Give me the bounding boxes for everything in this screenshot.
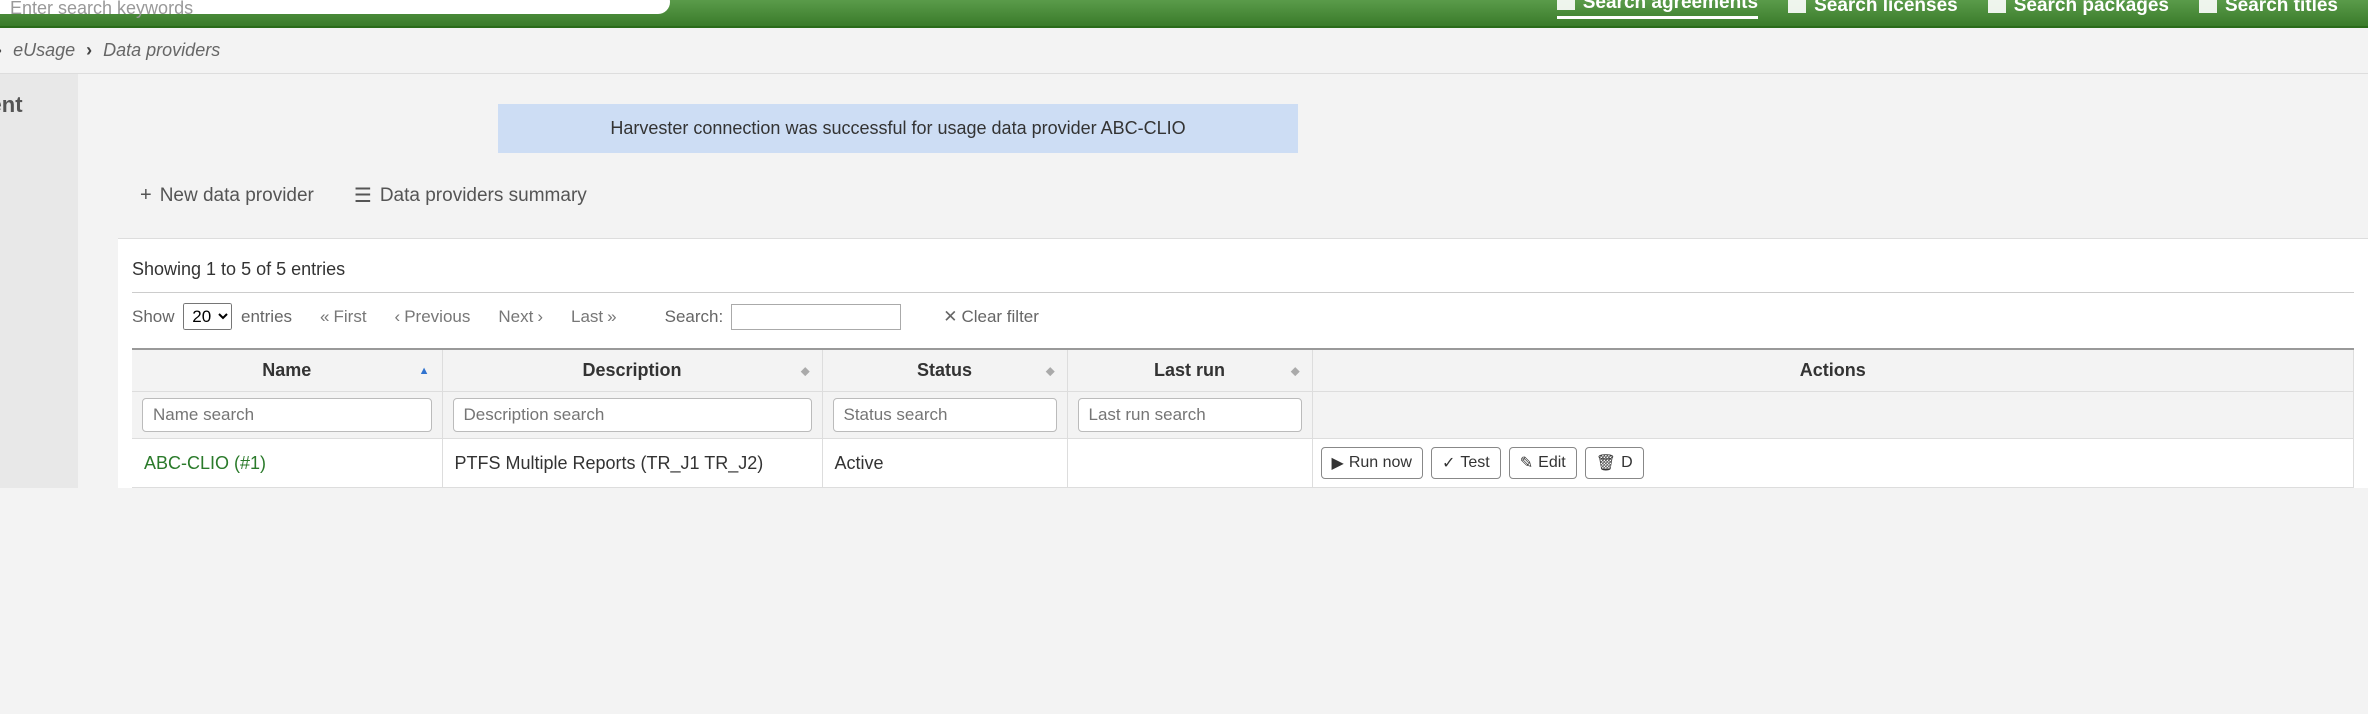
nav-label: Search packages xyxy=(2014,0,2169,17)
pager-label: Last xyxy=(571,307,603,327)
name-filter-input[interactable] xyxy=(142,398,432,432)
chevron-right-icon: › xyxy=(537,307,543,327)
toolbar-label: New data provider xyxy=(160,185,314,207)
list-icon: ☰ xyxy=(354,183,372,208)
global-search-input[interactable]: Enter search keywords xyxy=(0,0,670,14)
breadcrumb: ent › eUsage › Data providers xyxy=(0,28,2368,74)
btn-label: Run now xyxy=(1349,454,1412,472)
provider-link[interactable]: ABC-CLIO (#1) xyxy=(144,453,266,473)
sort-icon: ◆ xyxy=(1046,364,1054,377)
pager-first[interactable]: «First xyxy=(320,307,367,327)
col-label: Status xyxy=(917,360,972,380)
table-search-input[interactable] xyxy=(731,304,901,330)
sort-asc-icon: ▲ xyxy=(419,365,430,377)
nav-search-licenses[interactable]: Search licenses xyxy=(1788,0,1958,19)
btn-label: D xyxy=(1621,454,1633,472)
show-label: Show xyxy=(132,307,175,326)
licenses-icon xyxy=(1788,0,1806,13)
nav-search-packages[interactable]: Search packages xyxy=(1988,0,2169,19)
trash-icon: 🗑 xyxy=(1596,453,1616,473)
col-actions: Actions xyxy=(1312,349,2354,392)
entries-info: Showing 1 to 5 of 5 entries xyxy=(132,259,2354,280)
btn-label: Edit xyxy=(1538,454,1566,472)
col-label: Name xyxy=(262,360,311,380)
search-label: Search: xyxy=(665,307,724,327)
nav-label: Search agreements xyxy=(1583,0,1758,14)
nav-search-agreements[interactable]: Search agreements xyxy=(1557,0,1758,19)
nav-label: Search licenses xyxy=(1814,0,1958,17)
plus-icon: + xyxy=(140,184,152,207)
btn-label: Test xyxy=(1460,454,1489,472)
sort-icon: ◆ xyxy=(1291,364,1299,377)
packages-icon xyxy=(1988,0,2006,13)
col-label: Actions xyxy=(1800,360,1866,380)
sidebar-heading: ment xyxy=(0,92,68,118)
col-label: Last run xyxy=(1154,360,1225,380)
chevron-right-icon: › xyxy=(86,40,92,60)
table-row: ABC-CLIO (#1) PTFS Multiple Reports (TR_… xyxy=(132,439,2354,488)
status-filter-input[interactable] xyxy=(833,398,1057,432)
lastrun-cell xyxy=(1067,439,1312,488)
status-cell: Active xyxy=(822,439,1067,488)
nav-search-titles[interactable]: Search titles xyxy=(2199,0,2338,19)
nav-label: Search titles xyxy=(2225,0,2338,17)
col-name[interactable]: Name ▲ xyxy=(132,349,442,392)
pencil-icon: ✎ xyxy=(1520,453,1533,473)
play-icon: ▶ xyxy=(1332,453,1344,473)
description-filter-input[interactable] xyxy=(453,398,812,432)
check-icon: ✓ xyxy=(1442,453,1455,473)
run-now-button[interactable]: ▶ Run now xyxy=(1321,447,1423,479)
breadcrumb-item[interactable]: eUsage xyxy=(13,40,75,60)
clear-label: Clear filter xyxy=(961,307,1038,327)
delete-button[interactable]: 🗑D xyxy=(1585,447,1644,479)
toolbar-label: Data providers summary xyxy=(380,185,587,207)
top-nav: Enter search keywords Search agreements … xyxy=(0,0,2368,28)
agreements-icon xyxy=(1557,0,1575,10)
edit-button[interactable]: ✎ Edit xyxy=(1509,447,1577,479)
success-alert: Harvester connection was successful for … xyxy=(498,104,1298,153)
col-label: Description xyxy=(582,360,681,380)
chevron-left-icon: ‹ xyxy=(395,307,401,327)
test-button[interactable]: ✓ Test xyxy=(1431,447,1501,479)
pager-label: Previous xyxy=(404,307,470,327)
col-description[interactable]: Description ◆ xyxy=(442,349,822,392)
titles-icon xyxy=(2199,0,2217,13)
pager-prev[interactable]: ‹Previous xyxy=(395,307,471,327)
chevron-right-icon: › xyxy=(0,40,2,60)
breadcrumb-item: Data providers xyxy=(103,40,220,60)
pager-next[interactable]: Next› xyxy=(498,307,543,327)
double-chevron-left-icon: « xyxy=(320,307,329,327)
show-label: entries xyxy=(241,307,292,326)
sidebar: ment xyxy=(0,74,78,488)
sort-icon: ◆ xyxy=(801,364,809,377)
data-providers-table: Name ▲ Description ◆ Status ◆ Last run ◆ Act… xyxy=(132,348,2354,488)
data-providers-summary-button[interactable]: ☰ Data providers summary xyxy=(354,183,587,208)
new-data-provider-button[interactable]: + New data provider xyxy=(140,183,314,208)
entries-select[interactable]: 20 xyxy=(183,303,232,330)
double-chevron-right-icon: » xyxy=(607,307,616,327)
x-icon: ✕ xyxy=(943,307,957,327)
pager-label: First xyxy=(334,307,367,327)
pager-label: Next xyxy=(498,307,533,327)
col-status[interactable]: Status ◆ xyxy=(822,349,1067,392)
col-lastrun[interactable]: Last run ◆ xyxy=(1067,349,1312,392)
lastrun-filter-input[interactable] xyxy=(1078,398,1302,432)
pager-last[interactable]: Last» xyxy=(571,307,617,327)
show-entries: Show 20 entries xyxy=(132,303,292,330)
clear-filter-button[interactable]: ✕ Clear filter xyxy=(943,307,1039,327)
description-cell: PTFS Multiple Reports (TR_J1 TR_J2) xyxy=(442,439,822,488)
